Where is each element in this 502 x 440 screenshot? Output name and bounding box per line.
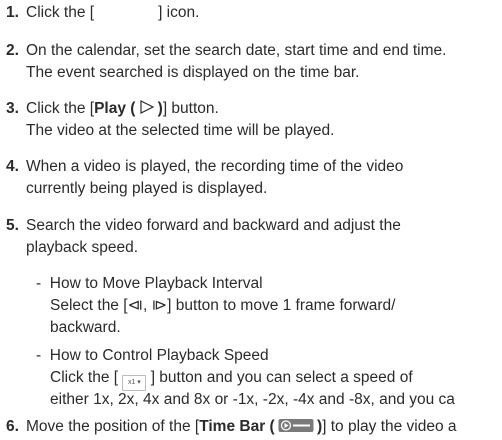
sub-item-2-title: How to Control Playback Speed	[49, 347, 269, 364]
step-3: 3. Click the [Play ( )] button.	[6, 98, 219, 121]
step-1: 1. Click the [ ] icon.	[6, 2, 199, 24]
step-5: 5. Search the video forward and backward …	[6, 215, 401, 237]
step-3-line-2: The video at the selected time will be p…	[26, 122, 335, 139]
step-3-text-b: ] button.	[162, 100, 219, 117]
step-1-text-b: ] icon.	[158, 4, 200, 21]
step-6-bold-label: Time Bar (	[199, 418, 275, 435]
step-1-text-a: Click the [	[26, 4, 95, 21]
sub-item-playback-speed: - How to Control Playback Speed	[36, 345, 269, 367]
step-1-number: 1.	[6, 4, 19, 21]
step-4-line-2: currently being played is displayed.	[26, 180, 268, 197]
sub-item-1-dash: -	[36, 275, 42, 292]
sub-item-2-line-1-a: Click the [	[50, 369, 119, 386]
sub-item-1-line-1-b: ] button to move 1 frame forward/	[167, 297, 396, 314]
step-4-number: 4.	[6, 158, 19, 175]
step-5-line-1: Search the video forward and backward an…	[26, 217, 401, 234]
sub-item-1-title: How to Move Playback Interval	[49, 275, 263, 292]
time-bar-icon	[278, 418, 314, 433]
step-3-text-a: Click the [	[26, 100, 95, 117]
sub-item-1-line-2: backward.	[50, 319, 121, 336]
sub-item-2-line-1: Click the [ x1 ▾ ] button and you can se…	[50, 367, 413, 391]
step-6: 6. Move the position of the [Time Bar ( )…	[6, 416, 457, 438]
step-3-bold-label: Play (	[94, 100, 136, 117]
sub-item-2-line-1-b: ] button and you can select a speed of	[150, 369, 413, 386]
step-5-number: 5.	[6, 217, 19, 234]
step-3-number: 3.	[6, 100, 19, 117]
step-2-line-1: On the calendar, set the search date, st…	[26, 42, 447, 59]
sub-item-playback-interval: - How to Move Playback Interval	[36, 273, 263, 295]
step-2-line-2: The event searched is displayed on the t…	[26, 64, 360, 81]
step-6-text-a: Move the position of the [	[26, 418, 200, 435]
step-2-number: 2.	[6, 42, 19, 59]
step-2: 2. On the calendar, set the search date, …	[6, 40, 446, 62]
play-triangle-icon	[139, 99, 155, 121]
step-6-number: 6.	[6, 418, 19, 435]
step-4: 4. When a video is played, the recording …	[6, 156, 403, 178]
sub-item-2-line-2: either 1x, 2x, 4x and 8x or -1x, -2x, -4…	[50, 391, 455, 408]
step-6-text-b: ] to play the video a	[322, 418, 457, 435]
sub-item-1-line-1-a: Select the [	[50, 297, 128, 314]
sub-item-1-line-1: Select the [⧏, ⧐] button to move 1 frame…	[50, 295, 395, 317]
search-icon	[94, 4, 158, 18]
sub-item-2-dash: -	[36, 347, 42, 364]
step-4-line-1: When a video is played, the recording ti…	[26, 158, 404, 175]
frame-step-icons: ⧏, ⧐	[127, 297, 168, 314]
step-5-line-2: playback speed.	[26, 239, 139, 256]
